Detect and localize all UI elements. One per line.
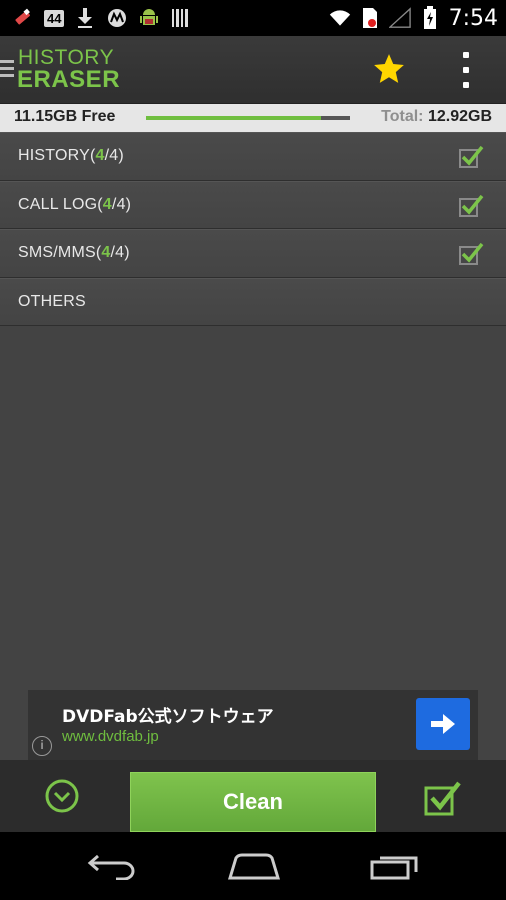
arrow-right-icon (431, 714, 455, 734)
category-row-call-log[interactable]: CALL LOG(4/4) (0, 180, 506, 229)
ad-info-icon[interactable]: i (32, 736, 52, 756)
android-icon (138, 7, 160, 29)
category-label: CALL LOG(4/4) (18, 195, 132, 213)
star-icon[interactable] (372, 52, 406, 86)
storage-info: 11.15GB Free Total: 12.92GB (0, 104, 506, 132)
ad-open-button[interactable] (416, 698, 470, 750)
category-row-others[interactable]: OTHERS (0, 277, 506, 326)
wifi-icon (329, 7, 351, 29)
category-label: OTHERS (18, 292, 86, 310)
app-bar: HISTORY ERASER (0, 36, 506, 104)
ad-url[interactable]: www.dvdfab.jp (62, 728, 159, 745)
recent-apps-icon[interactable] (368, 852, 420, 885)
back-icon[interactable] (86, 852, 138, 885)
select-all-button[interactable] (424, 780, 462, 816)
category-row-history[interactable]: HISTORY(4/4) (0, 132, 506, 181)
home-icon[interactable] (226, 852, 282, 885)
checkbox-checked-icon (424, 781, 461, 816)
status-bar: 44 7:54 (0, 0, 506, 36)
clean-button[interactable]: Clean (130, 772, 376, 832)
clock-time: 7:54 (448, 5, 498, 31)
category-list: HISTORY(4/4) CALL LOG(4/4) SMS/MMS(4/4) … (0, 132, 506, 326)
storage-total-value: 12.92GB (427, 108, 492, 125)
usb-debug-icon (12, 7, 34, 29)
storage-total-label: Total: (381, 108, 424, 125)
app-logo-eraser: ERASER (17, 66, 121, 93)
barcode-icon (170, 7, 192, 29)
checkbox-checked-icon[interactable] (458, 194, 484, 218)
storage-usage-bar (146, 116, 350, 120)
category-label: SMS/MMS(4/4) (18, 244, 130, 261)
ad-title[interactable]: DVDFab公式ソフトウェア (62, 702, 274, 727)
checkbox-checked-icon[interactable] (458, 242, 484, 266)
no-sim-icon (359, 7, 381, 29)
category-row-sms-mms[interactable]: SMS/MMS(4/4) (0, 229, 506, 278)
download-icon (74, 7, 96, 29)
storage-free-label: 11.15GB Free (14, 108, 116, 125)
storage-total: Total: 12.92GB (381, 108, 492, 126)
expand-down-button[interactable] (44, 778, 80, 814)
battery-icon (419, 6, 441, 29)
motorola-icon (106, 7, 128, 29)
ad-banner[interactable]: i DVDFab公式ソフトウェア www.dvdfab.jp (28, 690, 478, 760)
storage-usage-fill (146, 116, 322, 120)
system-nav-bar (0, 832, 506, 900)
bottom-toolbar: Clean (0, 760, 506, 832)
signal-icon (388, 7, 411, 29)
category-label: HISTORY(4/4) (18, 147, 124, 164)
overflow-menu-icon[interactable] (458, 52, 474, 88)
notification-count-badge: 44 (44, 9, 65, 27)
drawer-menu-icon[interactable] (0, 60, 14, 81)
chevron-down-circle-icon (45, 779, 79, 813)
checkbox-checked-icon[interactable] (458, 145, 484, 169)
